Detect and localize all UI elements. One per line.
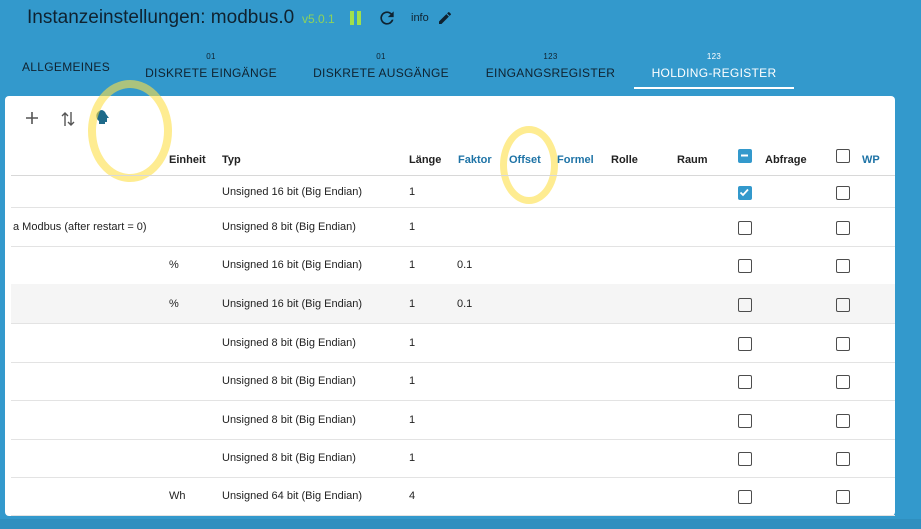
row-type: Unsigned 16 bit (Big Endian): [222, 297, 363, 310]
row-length: 1: [409, 336, 416, 349]
row-length: 1: [409, 220, 416, 233]
wp-checkbox[interactable]: [836, 452, 850, 466]
column-laenge[interactable]: Länge: [409, 154, 441, 166]
abfrage-checkbox[interactable]: [738, 220, 752, 235]
abfrage-checkbox[interactable]: [738, 375, 752, 389]
column-faktor[interactable]: Faktor: [458, 154, 492, 166]
row-name: a Modbus (after restart = 0): [13, 220, 147, 233]
row-type: Unsigned 8 bit (Big Endian): [222, 375, 356, 387]
row-unit: %: [169, 297, 179, 310]
table-row[interactable]: % Unsigned 16 bit (Big Endian) 1 0.1: [11, 246, 895, 285]
wp-checkbox[interactable]: [836, 259, 850, 273]
row-type: Unsigned 16 bit (Big Endian): [222, 185, 363, 198]
tab-allgemeines[interactable]: ALLGEMEINES: [10, 40, 122, 89]
wp-checkbox[interactable]: [836, 220, 850, 235]
row-length: 1: [409, 185, 416, 198]
column-typ[interactable]: Typ: [222, 154, 241, 166]
abfrage-checkbox[interactable]: [738, 297, 752, 312]
row-length: 1: [409, 375, 416, 387]
tab-holding-register[interactable]: 123 HOLDING-REGISTER: [634, 40, 794, 89]
column-offset[interactable]: Offset: [509, 154, 541, 166]
column-abfrage[interactable]: Abfrage: [765, 154, 807, 166]
row-type: Unsigned 16 bit (Big Endian): [222, 259, 363, 271]
row-type: Unsigned 8 bit (Big Endian): [222, 452, 356, 464]
select-all-wp-checkbox[interactable]: [836, 149, 850, 163]
row-length: 4: [409, 490, 416, 502]
column-raum[interactable]: Raum: [677, 154, 708, 166]
column-wp[interactable]: WP: [862, 154, 880, 166]
pause-icon[interactable]: [350, 11, 362, 25]
abfrage-checkbox[interactable]: [738, 336, 752, 351]
bottom-divider: [0, 519, 921, 529]
row-type: Unsigned 8 bit (Big Endian): [222, 220, 356, 233]
wp-checkbox[interactable]: [836, 413, 850, 428]
table-row[interactable]: Wh Unsigned 64 bit (Big Endian) 4: [11, 477, 895, 516]
row-length: 1: [409, 259, 416, 271]
abfrage-checkbox[interactable]: [738, 185, 752, 200]
wp-checkbox[interactable]: [836, 185, 850, 200]
abfrage-checkbox[interactable]: [738, 259, 752, 273]
reload-icon[interactable]: [377, 8, 397, 28]
tab-diskrete-ausgaenge[interactable]: 01 DISKRETE AUSGÄNGE: [303, 40, 459, 89]
row-factor: 0.1: [457, 297, 473, 310]
highlight-circle: [88, 80, 172, 182]
table-row[interactable]: Unsigned 8 bit (Big Endian) 1: [11, 439, 895, 478]
row-type: Unsigned 64 bit (Big Endian): [222, 490, 363, 502]
abfrage-checkbox[interactable]: [738, 413, 752, 428]
title-bar: Instanzeinstellungen: modbus.0 v5.0.1 in…: [0, 0, 921, 40]
page-title: Instanzeinstellungen: modbus.0: [27, 7, 295, 28]
wp-checkbox[interactable]: [836, 297, 850, 312]
table-row[interactable]: Unsigned 8 bit (Big Endian) 1: [11, 362, 895, 401]
row-type: Unsigned 8 bit (Big Endian): [222, 413, 356, 426]
import-export-icon[interactable]: [61, 110, 75, 133]
wp-checkbox[interactable]: [836, 375, 850, 389]
table-row[interactable]: Unsigned 16 bit (Big Endian) 1: [11, 176, 895, 208]
table-row[interactable]: % Unsigned 16 bit (Big Endian) 1 0.1: [11, 284, 895, 324]
info-label[interactable]: info: [411, 12, 429, 24]
row-length: 1: [409, 452, 416, 464]
column-einheit[interactable]: Einheit: [169, 154, 206, 166]
tab-diskrete-eingaenge[interactable]: 01 DISKRETE EINGÄNGE: [137, 40, 285, 89]
row-type: Unsigned 8 bit (Big Endian): [222, 336, 356, 349]
row-length: 1: [409, 413, 416, 426]
table-row[interactable]: Unsigned 8 bit (Big Endian) 1: [11, 323, 895, 363]
pencil-icon[interactable]: [437, 10, 453, 26]
select-all-abfrage-checkbox[interactable]: [738, 149, 752, 163]
wp-checkbox[interactable]: [836, 336, 850, 351]
abfrage-checkbox[interactable]: [738, 452, 752, 466]
column-formel[interactable]: Formel: [557, 154, 594, 166]
wp-checkbox[interactable]: [836, 490, 850, 504]
column-rolle[interactable]: Rolle: [611, 154, 638, 166]
abfrage-checkbox[interactable]: [738, 490, 752, 504]
add-icon[interactable]: [25, 111, 39, 130]
row-length: 1: [409, 297, 416, 310]
tab-eingangsregister[interactable]: 123 EINGANGSREGISTER: [478, 40, 623, 89]
row-unit: %: [169, 259, 179, 271]
table-row[interactable]: a Modbus (after restart = 0) Unsigned 8 b…: [11, 207, 895, 247]
table-row[interactable]: Unsigned 8 bit (Big Endian) 1: [11, 400, 895, 440]
row-factor: 0.1: [457, 259, 473, 271]
row-unit: Wh: [169, 490, 186, 502]
version-label: v5.0.1: [302, 12, 335, 26]
